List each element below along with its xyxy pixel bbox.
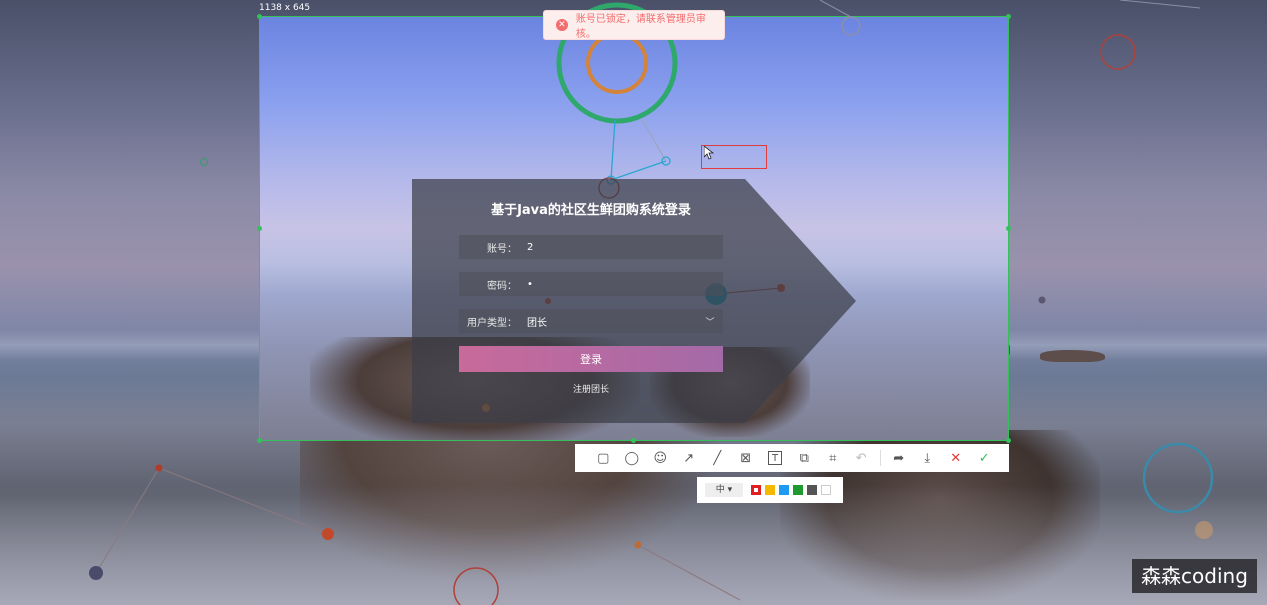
decor-node bbox=[155, 464, 163, 472]
password-label: 密码： bbox=[487, 280, 517, 292]
mouse-cursor-icon bbox=[704, 146, 714, 160]
toast-message: 账号已锁定，请联系管理员审核。 bbox=[575, 14, 706, 40]
error-toast: ✕ 账号已锁定，请联系管理员审核。 bbox=[543, 10, 725, 40]
toolbar-divider bbox=[879, 450, 881, 466]
undo-icon[interactable]: ↶ bbox=[847, 444, 876, 472]
decor-dot bbox=[200, 158, 208, 166]
account-label: 账号： bbox=[487, 243, 517, 255]
ellipse-icon[interactable]: ◯ bbox=[618, 444, 647, 472]
rectangle-icon[interactable]: ▢ bbox=[589, 444, 618, 472]
decor-node bbox=[1195, 521, 1213, 539]
decor-node bbox=[89, 566, 103, 580]
copy-icon[interactable]: ⧉ bbox=[790, 444, 819, 472]
password-input[interactable]: • bbox=[527, 279, 723, 290]
error-icon: ✕ bbox=[556, 19, 568, 31]
register-link[interactable]: 注册团长 bbox=[459, 382, 723, 395]
screenshot-toolbar: ▢ ◯ ☺ ↗ ╱ ⊠ T ⧉ ⌗ ↶ ➦ ⤓ ✕ ✓ bbox=[575, 444, 1009, 472]
password-field[interactable]: 密码： • bbox=[459, 272, 723, 296]
color-swatch-red[interactable] bbox=[751, 485, 761, 495]
login-title: 基于Java的社区生鲜团购系统登录 bbox=[491, 203, 691, 218]
decor-ring bbox=[1100, 34, 1136, 70]
ocr-icon[interactable]: ⌗ bbox=[819, 444, 848, 472]
chevron-down-icon[interactable]: ﹀ bbox=[697, 315, 723, 328]
account-input[interactable]: 2 bbox=[527, 242, 723, 253]
text-icon[interactable]: T bbox=[768, 451, 782, 465]
user-type-select[interactable]: 用户类型： 团长 ﹀ bbox=[459, 309, 723, 333]
color-swatch-blue[interactable] bbox=[779, 485, 789, 495]
mosaic-icon[interactable]: ⊠ bbox=[732, 444, 761, 472]
color-swatch-green[interactable] bbox=[793, 485, 803, 495]
user-type-value[interactable]: 团长 bbox=[527, 314, 697, 329]
decor-ring bbox=[453, 567, 499, 605]
login-button[interactable]: 登录 bbox=[459, 346, 723, 372]
line-icon[interactable]: ╱ bbox=[703, 444, 732, 472]
emoji-icon[interactable]: ☺ bbox=[646, 444, 675, 472]
color-swatch-white[interactable] bbox=[821, 485, 831, 495]
decor-dot bbox=[1038, 296, 1046, 304]
decor-node bbox=[322, 528, 334, 540]
account-field[interactable]: 账号： 2 bbox=[459, 235, 723, 259]
confirm-icon[interactable]: ✓ bbox=[970, 444, 999, 472]
decor-ring bbox=[841, 16, 861, 36]
color-size-panel: 中 ▾ bbox=[697, 477, 843, 503]
color-swatch-yellow[interactable] bbox=[765, 485, 775, 495]
color-swatch-gray[interactable] bbox=[807, 485, 817, 495]
cancel-icon[interactable]: ✕ bbox=[942, 444, 971, 472]
download-icon[interactable]: ⤓ bbox=[913, 444, 942, 472]
user-type-label: 用户类型： bbox=[467, 317, 517, 329]
decor-ring bbox=[1142, 442, 1214, 514]
arrow-icon[interactable]: ↗ bbox=[675, 444, 704, 472]
watermark: 森森coding bbox=[1132, 559, 1257, 593]
size-dropdown[interactable]: 中 ▾ bbox=[705, 483, 743, 497]
decor-ring bbox=[586, 32, 648, 94]
share-icon[interactable]: ➦ bbox=[885, 444, 914, 472]
